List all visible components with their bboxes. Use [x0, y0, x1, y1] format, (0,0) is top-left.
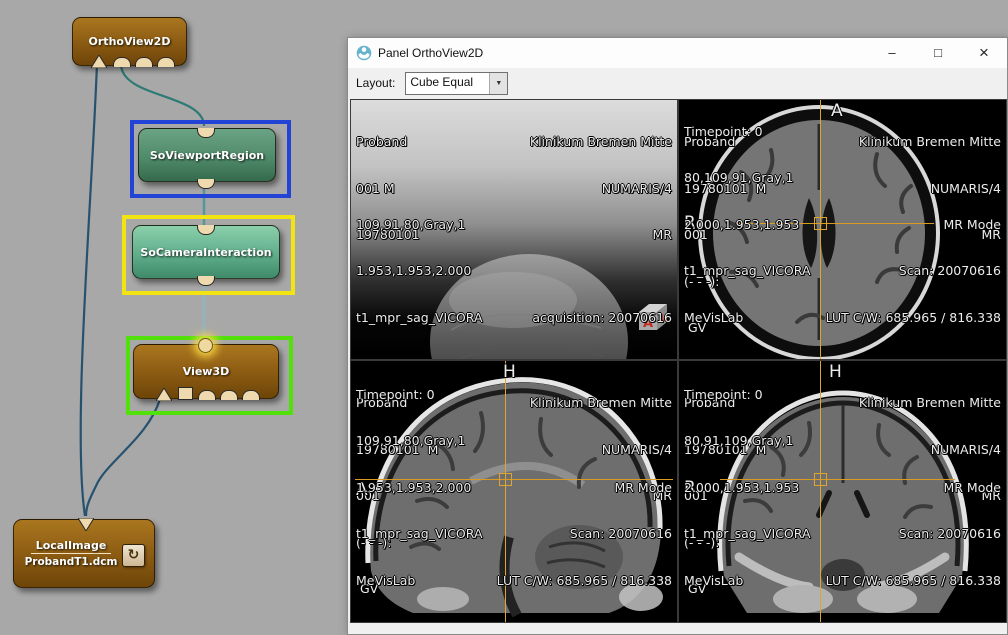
- node-orthoview2d[interactable]: OrthoView2D: [72, 17, 187, 66]
- input-connector[interactable]: [135, 57, 153, 67]
- node-socamerainteraction[interactable]: SoCameraInteraction: [132, 225, 280, 279]
- input-connector-triangle[interactable]: [156, 388, 172, 401]
- node-localimage[interactable]: LocalImage ProbandT1.dcm ↻: [13, 519, 155, 588]
- input-connector[interactable]: [242, 390, 260, 400]
- input-connector-triangle[interactable]: [91, 55, 107, 68]
- input-connector-square[interactable]: [178, 387, 193, 400]
- minimize-button[interactable]: –: [869, 38, 915, 68]
- orientation-label-anterior: A: [831, 102, 843, 120]
- crosshair-vertical[interactable]: [820, 361, 821, 622]
- input-connector[interactable]: [198, 390, 216, 400]
- node-label: OrthoView2D: [89, 35, 171, 48]
- node-soviewportregion[interactable]: SoViewportRegion: [138, 128, 276, 182]
- node-view3d[interactable]: View3D: [133, 344, 279, 399]
- scene-output-connector[interactable]: [197, 225, 215, 235]
- panel-window: Panel OrthoView2D – □ × Layout: Cube Equ…: [347, 37, 1008, 635]
- input-connector[interactable]: [157, 57, 175, 67]
- viewport-3d[interactable]: A L Proband 001 M 19780101 Klinikum Brem…: [350, 99, 678, 360]
- node-label: SoViewportRegion: [150, 149, 264, 162]
- window-titlebar[interactable]: Panel OrthoView2D – □ ×: [348, 38, 1007, 68]
- output-connector-triangle[interactable]: [78, 518, 94, 531]
- close-button[interactable]: ×: [961, 38, 1007, 68]
- node-filename: ProbandT1.dcm: [25, 556, 118, 568]
- scan-status: MR Mode Scan: 20070616 LUT C/W: 685.965 …: [497, 449, 672, 620]
- slice-meta: Slice: 49 Timepoint: 0 80,109,91,Gray,1 …: [684, 99, 811, 356]
- reload-button[interactable]: ↻: [122, 544, 145, 567]
- orientation-label-head: H: [829, 363, 842, 381]
- scan-status: MR Mode Scan: 20070616 LUT C/W: 685.965 …: [826, 449, 1001, 620]
- network-canvas[interactable]: OrthoView2D SoViewportRegion SoCameraInt…: [0, 0, 360, 634]
- scene-input-connector-highlighted[interactable]: [198, 338, 213, 353]
- orthoview-viewer: A L Proband 001 M 19780101 Klinikum Brem…: [350, 99, 1005, 621]
- slice-meta: Slice: 51 Timepoint: 0 80,91,109,Gray,1 …: [684, 360, 811, 619]
- maximize-button[interactable]: □: [915, 38, 961, 68]
- acquisition-date: acquisition: 20070616: [532, 279, 672, 357]
- institution-info: Klinikum Bremen Mitte NUMARIS/4 MR: [530, 103, 672, 274]
- node-label: View3D: [183, 365, 230, 378]
- viewport-coronal[interactable]: Proband 19780101 M 001 (- - -): GV Klini…: [678, 360, 1007, 623]
- mevislab-app-icon: [356, 45, 372, 61]
- layout-dropdown[interactable]: Cube Equal ▼: [405, 72, 508, 95]
- reload-icon: ↻: [128, 547, 140, 563]
- image-meta: 109,91,80,Gray,1 1.953,1.953,2.000 t1_mp…: [356, 186, 483, 357]
- scan-status: MR Mode Scan: 20070616 LUT C/W: 685.965 …: [826, 186, 1001, 357]
- layout-label: Layout:: [356, 76, 395, 90]
- input-connector[interactable]: [113, 57, 131, 67]
- node-label: SoCameraInteraction: [140, 246, 271, 259]
- chevron-down-icon: ▼: [489, 73, 507, 94]
- window-title: Panel OrthoView2D: [378, 46, 869, 60]
- viewport-sagittal[interactable]: Proband 19780101 M 001 (- - -): GV Klini…: [350, 360, 678, 623]
- input-connector[interactable]: [220, 390, 238, 400]
- scene-output-connector[interactable]: [197, 128, 215, 138]
- orientation-label-head: H: [503, 363, 516, 381]
- node-label: LocalImage: [31, 539, 112, 554]
- viewport-axial[interactable]: Proband 19780101 M 001 (- - -): GV Klini…: [678, 99, 1007, 360]
- slice-meta: Slice: 46 Timepoint: 0 109,91,80,Gray,1 …: [356, 360, 483, 619]
- layout-toolbar: Layout: Cube Equal ▼: [348, 68, 1007, 98]
- layout-dropdown-value: Cube Equal: [406, 73, 489, 94]
